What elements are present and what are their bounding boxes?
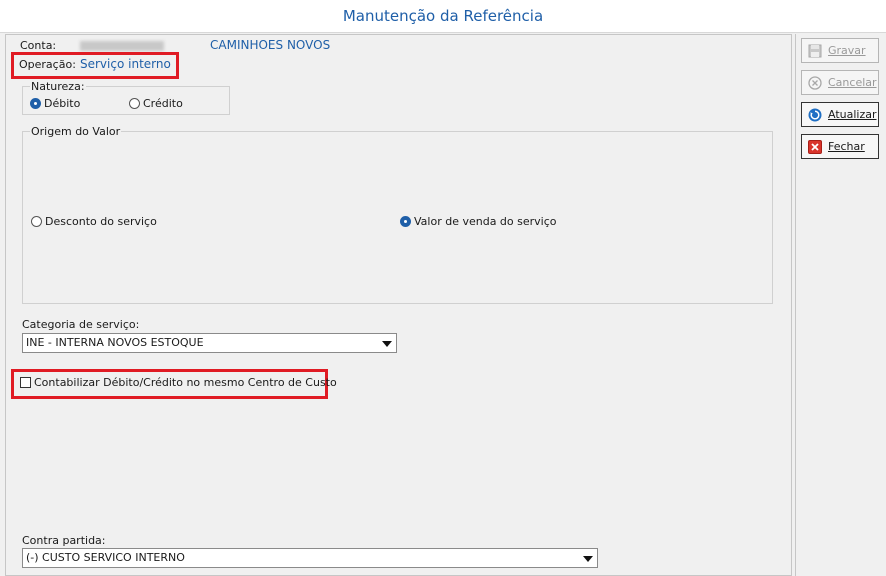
origem-label: Origem do Valor (30, 125, 122, 138)
natureza-credito-label: Crédito (143, 97, 183, 110)
radio-unselected-icon (31, 216, 42, 227)
save-icon (808, 44, 822, 58)
contabilizar-label: Contabilizar Débito/Crédito no mesmo Cen… (34, 376, 337, 389)
contra-partida-select[interactable]: (-) CUSTO SERVICO INTERNO (22, 548, 598, 568)
radio-selected-icon (30, 98, 41, 109)
gravar-label: Gravar (828, 44, 866, 57)
contabilizar-checkbox[interactable]: Contabilizar Débito/Crédito no mesmo Cen… (20, 376, 337, 389)
gravar-button[interactable]: Gravar (801, 38, 879, 63)
refresh-icon (808, 108, 822, 122)
dropdown-arrow-icon (382, 341, 392, 347)
contra-partida-value: (-) CUSTO SERVICO INTERNO (26, 551, 185, 564)
natureza-debito-label: Débito (44, 97, 81, 110)
cancelar-button[interactable]: Cancelar (801, 70, 879, 95)
atualizar-button[interactable]: Atualizar (801, 102, 879, 127)
cancelar-label: Cancelar (828, 76, 877, 89)
checkbox-icon (20, 377, 31, 388)
operacao-label: Operação: (19, 58, 76, 71)
origem-valor-venda-radio[interactable]: Valor de venda do serviço (400, 215, 557, 228)
contra-partida-label: Contra partida: (22, 534, 106, 547)
fechar-label: Fechar (828, 140, 865, 153)
conta-label: Conta: (20, 39, 57, 52)
conta-name: CAMINHOES NOVOS (210, 38, 331, 52)
fechar-button[interactable]: Fechar (801, 134, 879, 159)
operacao-value: Serviço interno (80, 57, 171, 71)
natureza-credito-radio[interactable]: Crédito (129, 97, 183, 110)
cancel-icon (808, 75, 822, 90)
radio-unselected-icon (129, 98, 140, 109)
categoria-label: Categoria de serviço: (22, 318, 140, 331)
radio-selected-icon (400, 216, 411, 227)
atualizar-label: Atualizar (828, 108, 877, 121)
side-divider (795, 34, 796, 576)
categoria-value: INE - INTERNA NOVOS ESTOQUE (26, 336, 204, 349)
origem-desconto-label: Desconto do serviço (45, 215, 157, 228)
natureza-debito-radio[interactable]: Débito (30, 97, 80, 110)
natureza-label: Natureza: (30, 80, 86, 93)
origem-desconto-radio[interactable]: Desconto do serviço (31, 215, 157, 228)
categoria-select[interactable]: INE - INTERNA NOVOS ESTOQUE (22, 333, 397, 353)
origem-valor-venda-label: Valor de venda do serviço (414, 215, 557, 228)
close-icon (808, 139, 822, 154)
window-title: Manutenção da Referência (0, 0, 886, 33)
main-panel (5, 34, 792, 576)
dropdown-arrow-icon (583, 556, 593, 562)
